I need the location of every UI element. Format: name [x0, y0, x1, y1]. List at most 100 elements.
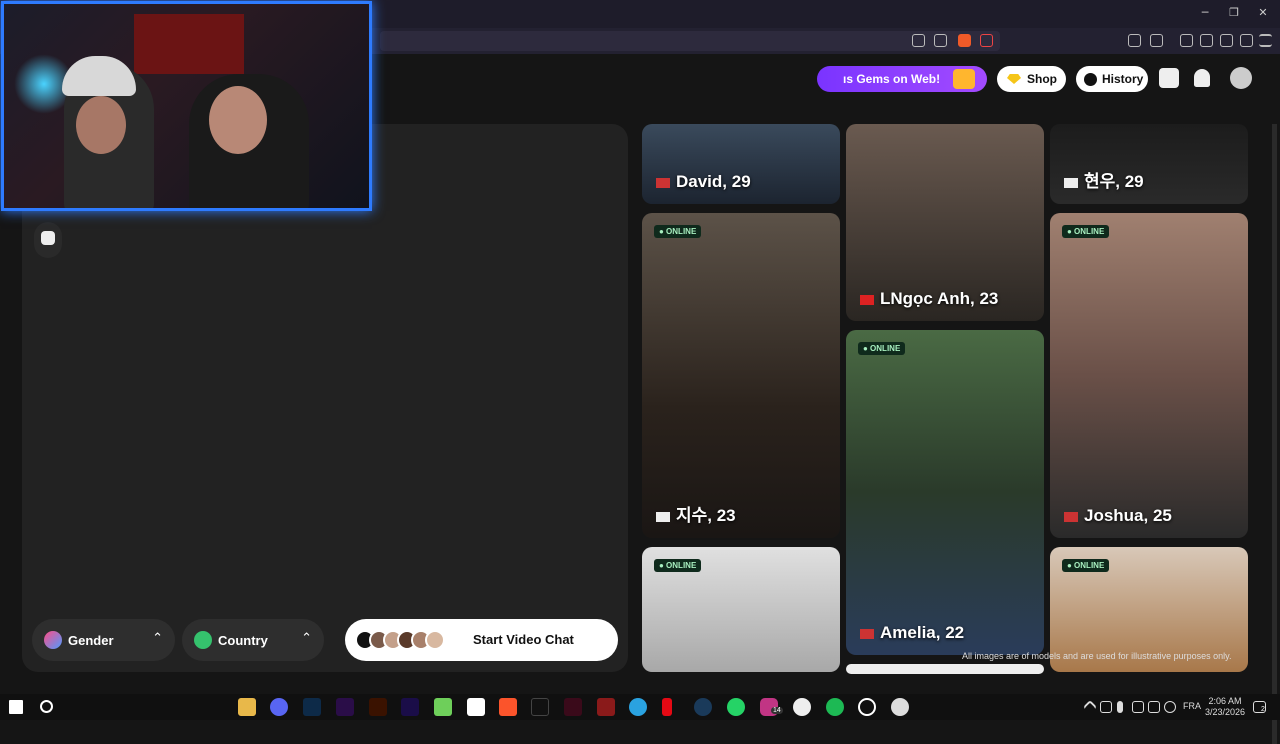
- avatar: [425, 630, 445, 650]
- profile-card[interactable]: David, 29: [642, 124, 840, 204]
- notification-badge: 2: [1261, 706, 1265, 713]
- discord-icon[interactable]: [270, 698, 288, 716]
- profile-card[interactable]: ● ONLINE: [642, 547, 840, 672]
- profile-name: LNgọc Anh, 23: [880, 289, 999, 308]
- restore-icon[interactable]: ❐: [1227, 6, 1241, 19]
- profile-name: 현우, 29: [1084, 172, 1144, 191]
- online-badge: ● ONLINE: [858, 342, 906, 355]
- person-left-face: [76, 96, 126, 154]
- flag-icon: [656, 511, 670, 522]
- leo-ai-icon[interactable]: [1220, 34, 1233, 47]
- flag-icon: [860, 628, 874, 639]
- profile-card[interactable]: ● ONLINE Joshua, 25: [1050, 213, 1248, 538]
- cast-icon[interactable]: [912, 34, 925, 47]
- premiere-icon[interactable]: [336, 698, 354, 716]
- shop-button[interactable]: Shop: [997, 66, 1066, 92]
- steam-icon[interactable]: [694, 698, 712, 716]
- instagram-badge: 14: [771, 707, 783, 714]
- treasure-chest-icon: [953, 69, 975, 89]
- sidebar-icon[interactable]: [1180, 34, 1193, 47]
- flag-icon: [1064, 511, 1078, 522]
- scrollbar[interactable]: [1272, 124, 1277, 744]
- profile-card[interactable]: ● ONLINE 지수, 23: [642, 213, 840, 538]
- app-icon[interactable]: [564, 698, 582, 716]
- monitor-icon[interactable]: [1132, 701, 1144, 713]
- gender-label: Gender: [68, 632, 114, 648]
- clock-date: 3/23/2026: [1205, 707, 1246, 717]
- after-effects-icon[interactable]: [401, 698, 419, 716]
- history-label: History: [1102, 72, 1144, 86]
- person-left-cap: [62, 56, 136, 96]
- windows-start-icon[interactable]: [9, 700, 23, 714]
- wallet-icon[interactable]: [1200, 34, 1213, 47]
- app-tray-icon[interactable]: [1164, 701, 1176, 713]
- gems-promo-button[interactable]: ıs Gems on Web!: [817, 66, 987, 92]
- bell-icon[interactable]: [1194, 69, 1210, 87]
- close-icon[interactable]: ✕: [1256, 6, 1270, 19]
- profile-card[interactable]: [846, 664, 1044, 674]
- avatar-stack: [355, 630, 445, 650]
- clock-icon: [1084, 72, 1097, 86]
- netflix-icon[interactable]: [662, 698, 672, 716]
- app-icon[interactable]: [891, 698, 909, 716]
- photoshop-icon[interactable]: [303, 698, 321, 716]
- clock-time: 2:06 AM: [1208, 696, 1242, 706]
- person-right-face: [209, 86, 267, 154]
- telegram-icon[interactable]: [629, 698, 647, 716]
- vpn-icon[interactable]: [1240, 34, 1253, 47]
- start-video-chat-label: Start Video Chat: [473, 632, 574, 647]
- app-icon[interactable]: [597, 698, 615, 716]
- minimize-icon[interactable]: ─: [1198, 6, 1212, 19]
- volume-icon[interactable]: [1148, 701, 1160, 713]
- flag-icon: [1064, 177, 1078, 188]
- app-icon[interactable]: [434, 698, 452, 716]
- profile-card[interactable]: LNgọc Anh, 23: [846, 124, 1044, 321]
- profile-avatar-icon[interactable]: [1230, 67, 1252, 89]
- smiley-icon: [41, 231, 55, 245]
- online-badge: ● ONLINE: [654, 225, 702, 238]
- country-label: Country: [218, 632, 268, 648]
- search-icon[interactable]: [40, 700, 53, 713]
- gem-icon: [1007, 74, 1021, 84]
- system-clock[interactable]: 2:06 AM 3/23/2026: [1205, 696, 1245, 718]
- inbox-icon[interactable]: [1159, 68, 1179, 88]
- shop-label: Shop: [1027, 72, 1057, 86]
- gender-filter[interactable]: Gender ⌃: [32, 619, 175, 661]
- taskbar: 14 FRA 2:06 AM 3/23/2026 2: [0, 694, 1280, 720]
- profile-card[interactable]: 현우, 29: [1050, 124, 1248, 204]
- tiktok-icon[interactable]: [531, 698, 549, 716]
- app-icon[interactable]: [858, 698, 876, 716]
- capcut-icon[interactable]: [467, 698, 485, 716]
- page: ıs Gems on Web! Shop History Gender ⌃ Co…: [0, 1, 1280, 744]
- chevron-up-icon[interactable]: [1082, 699, 1098, 715]
- extensions-icon[interactable]: [1128, 34, 1141, 47]
- emoji-button[interactable]: [34, 222, 62, 258]
- chevron-up-icon: ⌃: [301, 631, 312, 646]
- menu-icon[interactable]: [1259, 34, 1272, 47]
- online-badge: ● ONLINE: [1062, 225, 1110, 238]
- profile-card[interactable]: ● ONLINE Amelia, 22: [846, 330, 1044, 655]
- microphone-icon[interactable]: [1117, 701, 1123, 713]
- app-icon[interactable]: [793, 698, 811, 716]
- language-indicator[interactable]: FRA: [1183, 701, 1201, 711]
- whatsapp-icon[interactable]: [727, 698, 745, 716]
- gems-promo-label: ıs Gems on Web!: [843, 72, 941, 86]
- history-button[interactable]: History: [1076, 66, 1148, 92]
- share-icon[interactable]: [934, 34, 947, 47]
- online-badge: ● ONLINE: [654, 559, 702, 572]
- wifi-icon[interactable]: [1100, 701, 1112, 713]
- spotify-icon[interactable]: [826, 698, 844, 716]
- flag-icon: [860, 294, 874, 305]
- file-explorer-icon[interactable]: [238, 698, 256, 716]
- brave-rewards-icon[interactable]: [980, 34, 993, 47]
- country-filter[interactable]: Country ⌃: [182, 619, 324, 661]
- start-video-chat-button[interactable]: Start Video Chat: [345, 619, 618, 661]
- address-bar[interactable]: [380, 31, 1000, 51]
- profile-name: Amelia, 22: [880, 623, 965, 642]
- profile-name: David, 29: [676, 172, 751, 191]
- chevron-up-icon: ⌃: [152, 631, 163, 646]
- brave-icon[interactable]: [499, 698, 517, 716]
- brave-shield-icon[interactable]: [958, 34, 971, 47]
- illustrator-icon[interactable]: [369, 698, 387, 716]
- screenshot-icon[interactable]: [1150, 34, 1163, 47]
